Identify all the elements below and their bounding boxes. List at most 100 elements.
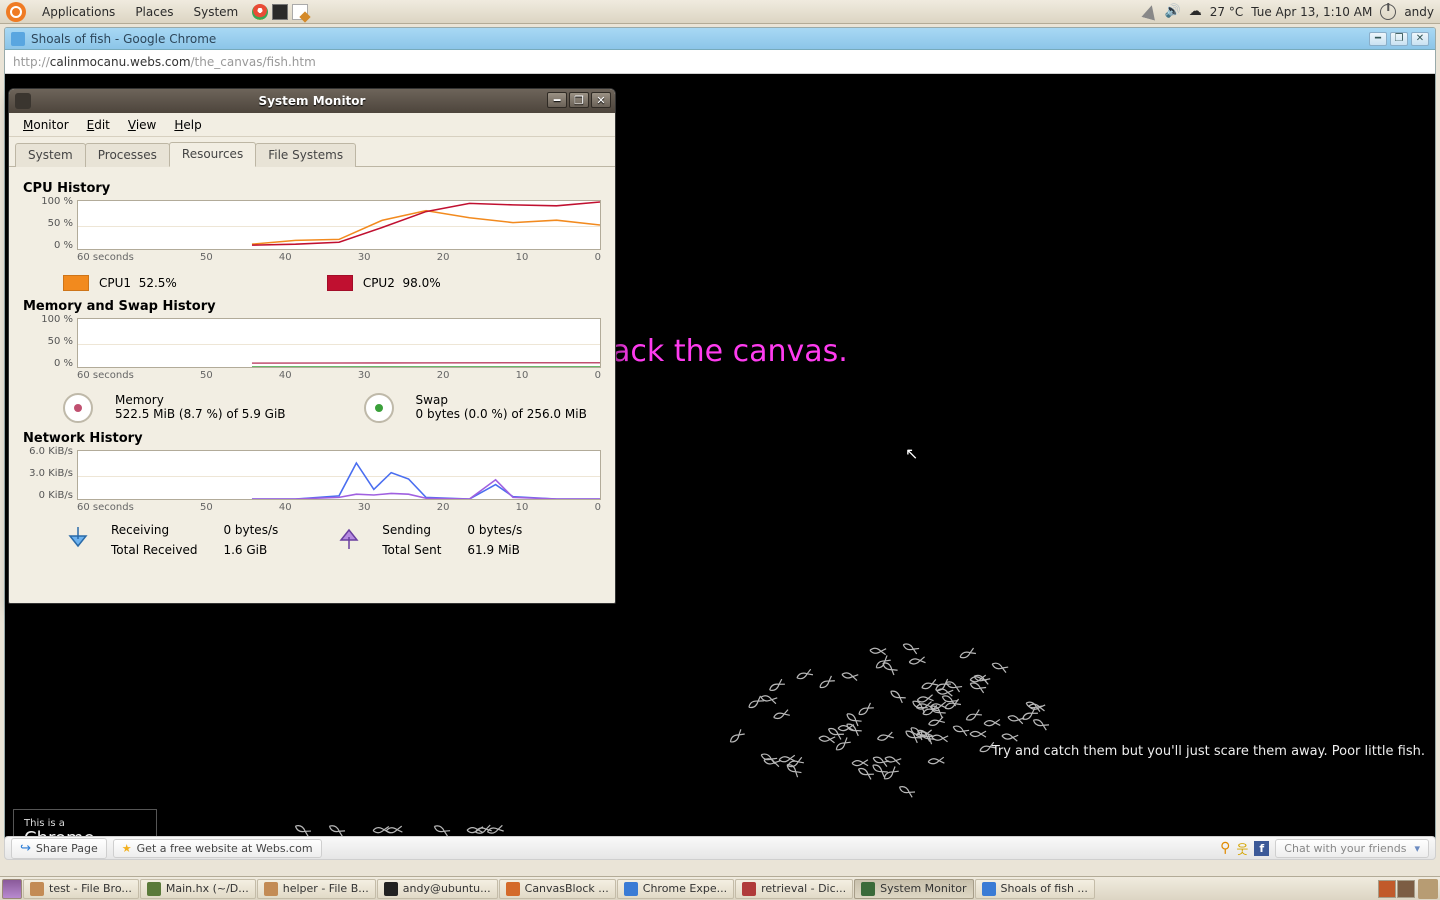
tab-filesystems[interactable]: File Systems: [255, 143, 356, 167]
chrome-close-button[interactable]: ✕: [1411, 32, 1429, 46]
gnome-bottom-panel: test - File Bro...Main.hx (~/D...helper …: [0, 876, 1440, 900]
fish-icon: [887, 686, 907, 704]
taskbar-item[interactable]: CanvasBlock ...: [499, 879, 616, 899]
recv-label: Receiving: [111, 523, 197, 537]
xtick: 0: [595, 502, 601, 513]
chat-friends-button[interactable]: Chat with your friends ▾: [1275, 839, 1429, 858]
ytick: 50 %: [23, 336, 73, 347]
aim-icon[interactable]: 웃: [1236, 839, 1248, 858]
memory-text: Memory 522.5 MiB (8.7 %) of 5.9 GiB: [115, 393, 286, 421]
fish-icon: [969, 727, 987, 737]
fish-icon: [957, 645, 977, 661]
user-menu[interactable]: andy: [1404, 5, 1434, 19]
fish-icon: [766, 676, 787, 694]
workspace-1[interactable]: [1378, 880, 1396, 898]
tab-processes[interactable]: Processes: [85, 143, 170, 167]
cpu-chart: 100 % 50 % 0 % 60 seconds50403020100: [23, 200, 601, 263]
applications-menu[interactable]: Applications: [32, 0, 125, 23]
taskbar-item[interactable]: andy@ubuntu...: [377, 879, 498, 899]
share-page-button[interactable]: ↪ Share Page: [11, 838, 107, 859]
fish-icon: [989, 658, 1009, 674]
sysmon-tabs: System Processes Resources File Systems: [9, 137, 615, 167]
chrome-minimize-button[interactable]: ━: [1369, 32, 1387, 46]
terminal-launcher-icon[interactable]: [272, 4, 288, 20]
taskbar-item[interactable]: Chrome Expe...: [617, 879, 734, 899]
workspace-switcher[interactable]: [1378, 880, 1415, 898]
sysmon-menubar: Monitor Edit View Help: [9, 113, 615, 137]
chrome-address-bar[interactable]: http://calinmocanu.webs.com/the_canvas/f…: [5, 50, 1435, 74]
send-total: 61.9 MiB: [467, 543, 522, 557]
volume-icon[interactable]: 🔊: [1165, 4, 1181, 19]
taskbar-item[interactable]: helper - File B...: [257, 879, 376, 899]
cpu1-swatch-icon: [63, 275, 89, 291]
facebook-icon[interactable]: f: [1254, 841, 1269, 856]
sysmon-minimize-button[interactable]: ━: [547, 92, 567, 108]
ytick: 0 %: [23, 240, 73, 251]
sysmon-titlebar[interactable]: System Monitor ━ ❐ ✕: [9, 89, 615, 113]
taskbar-item-icon: [264, 882, 278, 896]
xtick: 40: [279, 502, 292, 513]
taskbar-item-label: Shoals of fish ...: [1001, 882, 1088, 895]
net-legend: Receiving 0 bytes/s Total Received 1.6 G…: [23, 519, 601, 557]
taskbar-item-label: CanvasBlock ...: [525, 882, 609, 895]
chrome-maximize-button[interactable]: ❐: [1390, 32, 1408, 46]
taskbar-item[interactable]: System Monitor: [854, 879, 973, 899]
url-scheme: http://: [13, 55, 50, 69]
menu-view[interactable]: View: [120, 116, 164, 134]
sysmon-close-button[interactable]: ✕: [591, 92, 611, 108]
webs-share-bar: ↪ Share Page ★ Get a free website at Web…: [4, 836, 1436, 860]
text-editor-launcher-icon[interactable]: [292, 4, 308, 20]
xtick: 10: [516, 370, 529, 381]
places-menu[interactable]: Places: [125, 0, 183, 23]
taskbar-item-icon: [861, 882, 875, 896]
sysmon-app-icon: [15, 93, 31, 109]
taskbar-item[interactable]: Main.hx (~/D...: [140, 879, 256, 899]
xtick: 40: [279, 370, 292, 381]
mem-legend: Memory 522.5 MiB (8.7 %) of 5.9 GiB Swap…: [23, 387, 601, 425]
tab-system[interactable]: System: [15, 143, 86, 167]
cpu-legend: CPU1 52.5% CPU2 98.0%: [23, 269, 601, 293]
mouse-cursor-icon: ↖: [905, 444, 918, 463]
swap-pie-icon: [364, 393, 394, 423]
send-label: Sending: [382, 523, 441, 537]
fish-icon: [327, 820, 348, 837]
fish-icon: [1030, 714, 1051, 731]
xtick: 60 seconds: [77, 370, 134, 381]
taskbar-item-icon: [506, 882, 520, 896]
xtick: 10: [516, 252, 529, 263]
clock[interactable]: Tue Apr 13, 1:10 AM: [1251, 5, 1372, 19]
fish-icon: [968, 672, 987, 684]
taskbar-item[interactable]: Shoals of fish ...: [975, 879, 1095, 899]
weather-icon[interactable]: ☁: [1189, 4, 1202, 19]
get-free-website-button[interactable]: ★ Get a free website at Webs.com: [113, 839, 322, 858]
taskbar-item[interactable]: retrieval - Dic...: [735, 879, 853, 899]
ubuntu-logo-icon[interactable]: [6, 2, 26, 22]
xticks: 60 seconds50403020100: [77, 368, 601, 381]
xtick: 20: [437, 370, 450, 381]
sysmon-maximize-button[interactable]: ❐: [569, 92, 589, 108]
system-monitor-window: System Monitor ━ ❐ ✕ Monitor Edit View H…: [8, 88, 616, 604]
chrome-launcher-icon[interactable]: [252, 4, 268, 20]
net-chart: 6.0 KiB/s 3.0 KiB/s 0 KiB/s 60 seconds50…: [23, 450, 601, 513]
menu-monitor[interactable]: Monitor: [15, 116, 77, 134]
chrome-titlebar[interactable]: Shoals of fish - Google Chrome ━ ❐ ✕: [5, 28, 1435, 50]
taskbar-item-icon: [742, 882, 756, 896]
power-icon[interactable]: [1380, 4, 1396, 20]
system-menu[interactable]: System: [183, 0, 248, 23]
xtick: 60 seconds: [77, 252, 134, 263]
taskbar-item-label: andy@ubuntu...: [403, 882, 491, 895]
tab-resources[interactable]: Resources: [169, 142, 256, 167]
taskbar-item[interactable]: test - File Bro...: [23, 879, 139, 899]
show-desktop-button[interactable]: [2, 879, 22, 899]
notification-icon[interactable]: [1141, 3, 1158, 20]
trash-icon[interactable]: [1418, 879, 1438, 899]
menu-edit[interactable]: Edit: [79, 116, 118, 134]
menu-help[interactable]: Help: [166, 116, 209, 134]
chrome-experiment-badge[interactable]: This is a Chrome Experiment ★: [13, 809, 157, 839]
taskbar-item-icon: [624, 882, 638, 896]
weather-temp: 27 °C: [1210, 5, 1243, 19]
chevron-down-icon: ▾: [1414, 842, 1420, 855]
yahoo-icon[interactable]: ⚲: [1220, 840, 1230, 856]
xtick: 0: [595, 252, 601, 263]
workspace-2[interactable]: [1397, 880, 1415, 898]
